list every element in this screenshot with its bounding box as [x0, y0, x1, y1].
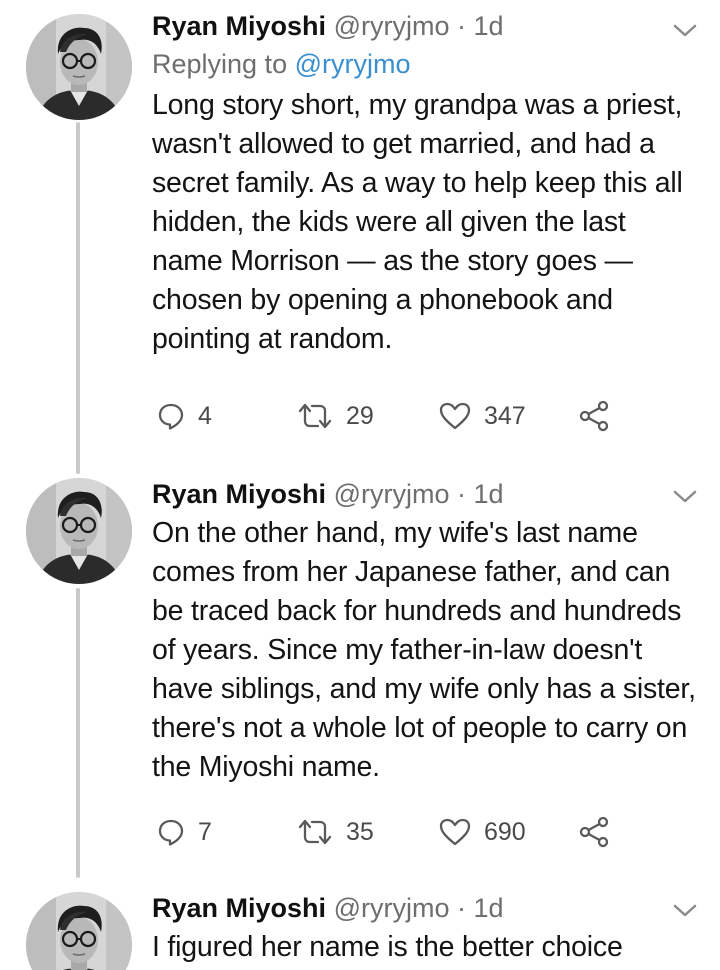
- reply-count: 7: [198, 817, 212, 846]
- reply-button[interactable]: 7: [156, 812, 212, 852]
- tweet-header: Ryan Miyoshi @ryryjmo · 1d: [152, 10, 697, 42]
- heart-icon: [439, 818, 471, 846]
- retweet-count: 35: [346, 817, 374, 846]
- author-name[interactable]: Ryan Miyoshi: [152, 479, 326, 509]
- avatar[interactable]: [26, 14, 132, 120]
- like-count: 690: [484, 817, 526, 846]
- reply-icon: [158, 819, 184, 846]
- author-handle[interactable]: @ryryjmo: [334, 479, 450, 509]
- author-name[interactable]: Ryan Miyoshi: [152, 11, 326, 41]
- tweet-text: On the other hand, my wife's last name c…: [152, 517, 696, 783]
- timestamp[interactable]: 1d: [474, 479, 504, 509]
- like-button[interactable]: 690: [438, 812, 526, 852]
- retweet-button[interactable]: 35: [296, 812, 374, 852]
- separator-dot: ·: [456, 893, 466, 923]
- retweet-button[interactable]: 29: [296, 396, 374, 436]
- timestamp[interactable]: 1d: [474, 11, 504, 41]
- author-name[interactable]: Ryan Miyoshi: [152, 893, 326, 923]
- replying-to-label: Replying to: [152, 49, 288, 79]
- tweet-text: Long story short, my grandpa was a pries…: [152, 89, 683, 355]
- share-button[interactable]: [578, 396, 610, 436]
- separator-dot: ·: [456, 11, 466, 41]
- reply-mention-link[interactable]: @ryryjmo: [295, 49, 411, 79]
- tweet[interactable]: Ryan Miyoshi @ryryjmo · 1d On the other …: [0, 474, 720, 884]
- reply-button[interactable]: 4: [156, 396, 212, 436]
- replying-to: Replying to @ryryjmo: [152, 46, 697, 82]
- author-handle[interactable]: @ryryjmo: [334, 11, 450, 41]
- author-handle[interactable]: @ryryjmo: [334, 893, 450, 923]
- chevron-down-icon[interactable]: [672, 902, 698, 920]
- retweet-icon: [298, 403, 332, 429]
- share-icon: [579, 816, 609, 848]
- chevron-down-icon[interactable]: [672, 488, 698, 506]
- tweet[interactable]: Ryan Miyoshi @ryryjmo · 1d I figured her…: [0, 888, 720, 970]
- tweet-header: Ryan Miyoshi @ryryjmo · 1d: [152, 892, 697, 924]
- tweet[interactable]: Ryan Miyoshi @ryryjmo · 1d Replying to @…: [0, 0, 720, 470]
- chevron-down-icon[interactable]: [672, 22, 698, 40]
- heart-icon: [439, 402, 471, 430]
- retweet-count: 29: [346, 401, 374, 430]
- separator-dot: ·: [456, 479, 466, 509]
- retweet-icon: [298, 819, 332, 845]
- avatar[interactable]: [26, 478, 132, 584]
- like-count: 347: [484, 401, 526, 430]
- timestamp[interactable]: 1d: [474, 893, 504, 923]
- reply-count: 4: [198, 401, 212, 430]
- avatar[interactable]: [26, 892, 132, 970]
- share-button[interactable]: [578, 812, 610, 852]
- share-icon: [579, 400, 609, 432]
- tweet-text: I figured her name is the better choice: [152, 931, 623, 963]
- tweet-header: Ryan Miyoshi @ryryjmo · 1d: [152, 478, 697, 510]
- reply-icon: [158, 403, 184, 430]
- like-button[interactable]: 347: [438, 396, 526, 436]
